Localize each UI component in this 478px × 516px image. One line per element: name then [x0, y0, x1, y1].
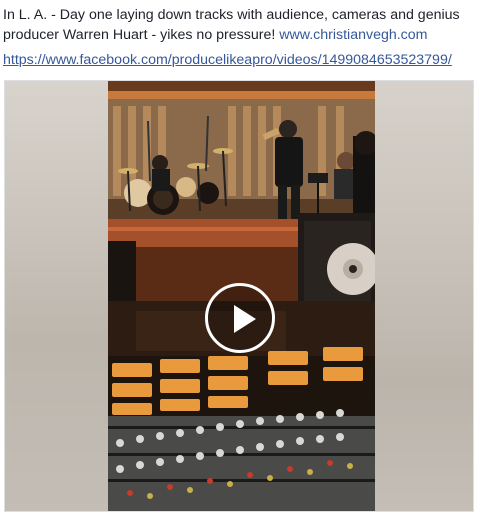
- play-button[interactable]: [205, 283, 275, 353]
- video-url-link[interactable]: https://www.facebook.com/producelikeapro…: [3, 50, 452, 70]
- video-player[interactable]: [4, 80, 474, 512]
- post-message: In L. A. - Day one laying down tracks wi…: [3, 5, 473, 45]
- video-blur-right: [373, 81, 473, 511]
- video-blur-left: [5, 81, 108, 511]
- website-link[interactable]: www.christianvegh.com: [279, 27, 427, 43]
- play-icon: [234, 305, 256, 333]
